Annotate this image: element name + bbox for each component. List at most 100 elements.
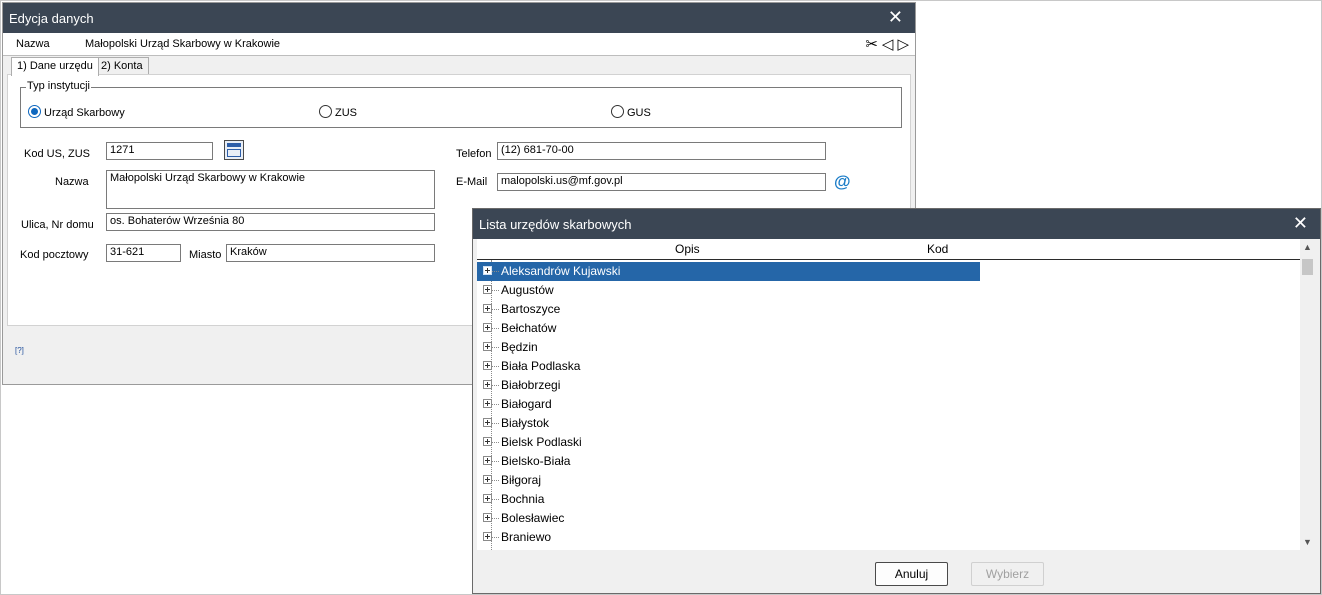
list-item-label: Będzin — [501, 340, 538, 354]
expand-icon[interactable] — [483, 437, 492, 446]
email-at-icon[interactable]: @ — [834, 172, 851, 192]
list-item-label: Aleksandrów Kujawski — [501, 264, 621, 278]
tree-connector-icon — [492, 347, 499, 348]
list-item[interactable]: Bielsk Podlaski — [477, 433, 980, 452]
scroll-down-icon[interactable]: ▼ — [1303, 537, 1312, 547]
nazwa-field[interactable]: Małopolski Urząd Skarbowy w Krakowie — [106, 170, 435, 209]
list-item[interactable]: Biała Podlaska — [477, 357, 980, 376]
list-header: Opis Kod — [477, 239, 1315, 260]
telefon-field[interactable]: (12) 681-70-00 — [497, 142, 826, 160]
expand-icon[interactable] — [483, 513, 492, 522]
radio-label: GUS — [627, 107, 651, 119]
tax-office-tree: Aleksandrów Kujawski Augustów Bartoszyce Be… — [477, 260, 1300, 550]
record-name-label: Nazwa — [16, 38, 50, 50]
list-item-label: Bełchatów — [501, 321, 557, 335]
tree-connector-icon — [492, 271, 499, 272]
close-icon[interactable]: ✕ — [888, 7, 903, 28]
list-item[interactable]: Augustów — [477, 281, 980, 300]
list-item-label: Braniewo — [501, 530, 552, 544]
expand-icon[interactable] — [483, 456, 492, 465]
close-icon[interactable]: ✕ — [1293, 213, 1308, 234]
expand-icon[interactable] — [483, 532, 492, 541]
tax-office-list-window: Lista urzędów skarbowych ✕ Opis Kod Alek… — [472, 208, 1321, 594]
list-item-label: Augustów — [501, 283, 554, 297]
institution-type-legend: Typ instytucji — [26, 80, 91, 92]
select-button[interactable]: Wybierz — [971, 562, 1044, 586]
radio-label: ZUS — [335, 107, 357, 119]
miasto-label: Miasto — [189, 249, 222, 261]
tree-connector-icon — [492, 404, 499, 405]
column-header-opis[interactable]: Opis — [675, 242, 700, 256]
expand-icon[interactable] — [483, 494, 492, 503]
expand-icon[interactable] — [483, 380, 492, 389]
cancel-button[interactable]: Anuluj — [875, 562, 948, 586]
telefon-label: Telefon — [456, 148, 492, 160]
list-item[interactable]: Białogard — [477, 395, 980, 414]
prev-icon[interactable]: ◁ — [882, 36, 894, 53]
list-item[interactable]: Bielsko-Biała — [477, 452, 980, 471]
list-item[interactable]: Białystok — [477, 414, 980, 433]
tree-connector-icon — [492, 385, 499, 386]
tree-connector-icon — [492, 461, 499, 462]
tree-connector-icon — [492, 423, 499, 424]
expand-icon[interactable] — [483, 285, 492, 294]
list-item[interactable]: Bartoszyce — [477, 300, 980, 319]
list-item[interactable]: Będzin — [477, 338, 980, 357]
list-item-label: Biłgoraj — [501, 473, 542, 487]
column-header-kod[interactable]: Kod — [927, 242, 948, 256]
miasto-field[interactable]: Kraków — [226, 244, 435, 262]
kod-pocztowy-field[interactable]: 31-621 — [106, 244, 181, 262]
list-item[interactable]: Biłgoraj — [477, 471, 980, 490]
email-label: E-Mail — [456, 176, 488, 188]
expand-icon[interactable] — [483, 266, 492, 275]
next-icon[interactable]: ▷ — [897, 36, 909, 53]
expand-icon[interactable] — [483, 399, 492, 408]
tree-connector-icon — [492, 290, 499, 291]
scroll-up-icon[interactable]: ▲ — [1303, 242, 1312, 252]
list-item[interactable]: Białobrzegi — [477, 376, 980, 395]
list-item-label: Biała Podlaska — [501, 359, 581, 373]
kod-field[interactable]: 1271 — [106, 142, 213, 160]
radio-unchecked-icon — [319, 105, 332, 118]
list-item-label: Bochnia — [501, 492, 545, 506]
kod-label: Kod US, ZUS — [24, 148, 91, 160]
expand-icon[interactable] — [483, 475, 492, 484]
tab-dane-urzedu[interactable]: 1) Dane urzędu — [11, 57, 99, 76]
list-item[interactable]: Braniewo — [477, 528, 980, 547]
list-item[interactable]: Bełchatów — [477, 319, 980, 338]
tree-connector-icon — [492, 499, 499, 500]
scroll-thumb[interactable] — [1302, 259, 1313, 275]
tree-connector-icon — [492, 480, 499, 481]
list-item[interactable]: Bochnia — [477, 490, 980, 509]
tree-connector-icon — [492, 309, 499, 310]
expand-icon[interactable] — [483, 304, 492, 313]
tree-connector-icon — [492, 328, 499, 329]
scissors-icon[interactable]: ✂ — [865, 36, 878, 53]
radio-urzad-skarbowy[interactable]: Urząd Skarbowy — [28, 105, 125, 119]
expand-icon[interactable] — [483, 361, 492, 370]
ulica-field[interactable]: os. Bohaterów Września 80 — [106, 213, 435, 231]
list-item-label: Bielsko-Biała — [501, 454, 571, 468]
expand-icon[interactable] — [483, 342, 492, 351]
radio-gus[interactable]: GUS — [611, 105, 651, 119]
record-name-bar: Nazwa Małopolski Urząd Skarbowy w Krakow… — [3, 33, 915, 56]
kod-pocztowy-label: Kod pocztowy — [20, 249, 89, 261]
vertical-scrollbar[interactable]: ▲ ▼ — [1300, 239, 1315, 550]
help-icon[interactable]: [?] — [15, 346, 24, 355]
institution-type-group: Typ instytucji Urząd Skarbowy ZUS GUS — [20, 80, 902, 128]
code-picker-icon[interactable] — [224, 140, 244, 160]
list-item-label: Bartoszyce — [501, 302, 561, 316]
tab-konta[interactable]: 2) Konta — [95, 57, 149, 75]
expand-icon[interactable] — [483, 418, 492, 427]
list-window-title: Lista urzędów skarbowych — [479, 217, 632, 232]
radio-zus[interactable]: ZUS — [319, 105, 357, 119]
list-item[interactable]: Aleksandrów Kujawski — [477, 262, 980, 281]
list-item-label: Białystok — [501, 416, 550, 430]
list-item-label: Białogard — [501, 397, 552, 411]
tree-connector-icon — [492, 537, 499, 538]
edit-window-titlebar: Edycja danych ✕ — [3, 3, 915, 33]
email-field[interactable]: malopolski.us@mf.gov.pl — [497, 173, 826, 191]
list-item[interactable]: Bolesławiec — [477, 509, 980, 528]
ulica-label: Ulica, Nr domu — [21, 219, 94, 231]
expand-icon[interactable] — [483, 323, 492, 332]
